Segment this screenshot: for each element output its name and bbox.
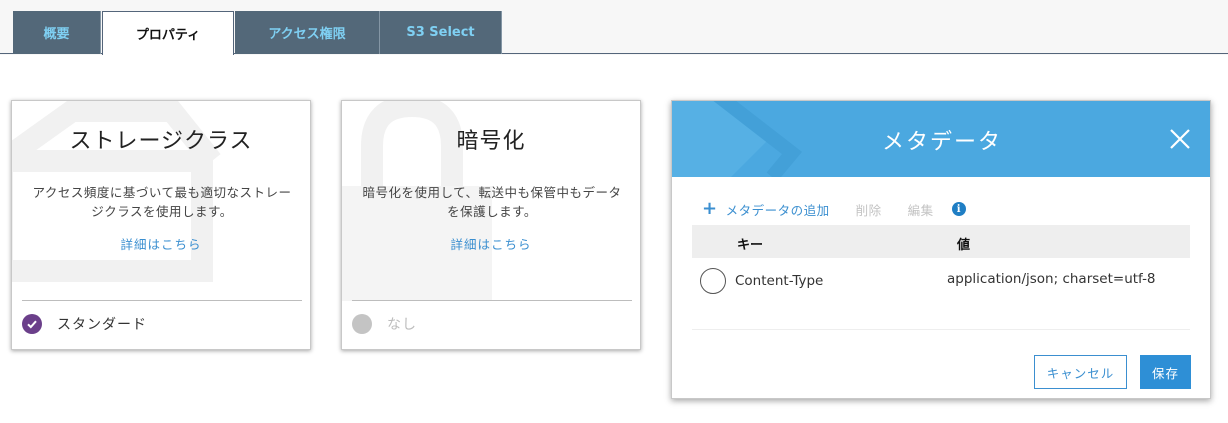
cancel-button[interactable]: キャンセル bbox=[1034, 355, 1127, 389]
tab-properties[interactable]: プロパティ bbox=[102, 11, 234, 55]
encryption-title: 暗号化 bbox=[456, 129, 526, 154]
storage-class-title: ストレージクラス bbox=[69, 129, 253, 154]
close-icon[interactable] bbox=[1166, 125, 1194, 153]
metadata-modal: メタデータ + メタデータの追加 削除 編集 i キー 値 Content-Ty… bbox=[671, 100, 1211, 399]
gray-dot-icon bbox=[352, 314, 372, 334]
divider bbox=[352, 300, 632, 301]
column-header-key: キー bbox=[737, 238, 764, 253]
add-metadata-label: メタデータの追加 bbox=[725, 202, 830, 218]
encryption-learn-more-link[interactable]: 詳細はこちら bbox=[342, 234, 640, 253]
add-metadata-button[interactable]: + メタデータの追加 bbox=[702, 200, 830, 219]
row-select-radio[interactable] bbox=[700, 268, 726, 294]
check-circle-icon bbox=[22, 314, 42, 334]
storage-class-value: スタンダード bbox=[57, 317, 147, 333]
column-header-value: 値 bbox=[957, 238, 971, 253]
storage-class-card[interactable]: ストレージクラス アクセス頻度に基づいて最も適切なストレージクラスを使用します。… bbox=[11, 100, 311, 350]
table-row[interactable]: Content-Type application/json; charset=u… bbox=[692, 261, 1190, 301]
storage-class-description: アクセス頻度に基づいて最も適切なストレージクラスを使用します。 bbox=[32, 185, 292, 219]
metadata-toolbar: + メタデータの追加 削除 編集 i bbox=[702, 200, 966, 218]
modal-title: メタデータ bbox=[881, 130, 1002, 155]
modal-header: メタデータ bbox=[672, 101, 1210, 177]
plus-icon: + bbox=[702, 198, 718, 219]
encryption-value: なし bbox=[387, 317, 417, 333]
delete-button[interactable]: 削除 bbox=[856, 200, 882, 219]
metadata-value: application/json; charset=utf-8 bbox=[947, 271, 1156, 287]
encryption-description: 暗号化を使用して、転送中も保管中もデータを保護します。 bbox=[362, 185, 622, 219]
save-button[interactable]: 保存 bbox=[1140, 355, 1191, 389]
tab-bar: 概要 プロパティ アクセス権限 S3 Select bbox=[0, 0, 1228, 55]
metadata-key: Content-Type bbox=[735, 273, 824, 289]
metadata-table-header: キー 値 bbox=[692, 225, 1190, 258]
encryption-card[interactable]: 暗号化 暗号化を使用して、転送中も保管中もデータを保護します。 詳細はこちら な… bbox=[341, 100, 641, 350]
divider bbox=[22, 300, 302, 301]
storage-class-learn-more-link[interactable]: 詳細はこちら bbox=[12, 234, 310, 253]
tab-overview[interactable]: 概要 bbox=[13, 11, 101, 54]
tab-access-permissions[interactable]: アクセス権限 bbox=[235, 11, 380, 54]
encryption-status: なし bbox=[352, 314, 417, 334]
edit-button[interactable]: 編集 bbox=[908, 200, 934, 219]
tab-s3-select[interactable]: S3 Select bbox=[380, 11, 502, 54]
table-divider bbox=[692, 329, 1190, 330]
info-icon[interactable]: i bbox=[951, 202, 966, 216]
storage-class-status: スタンダード bbox=[22, 314, 147, 334]
